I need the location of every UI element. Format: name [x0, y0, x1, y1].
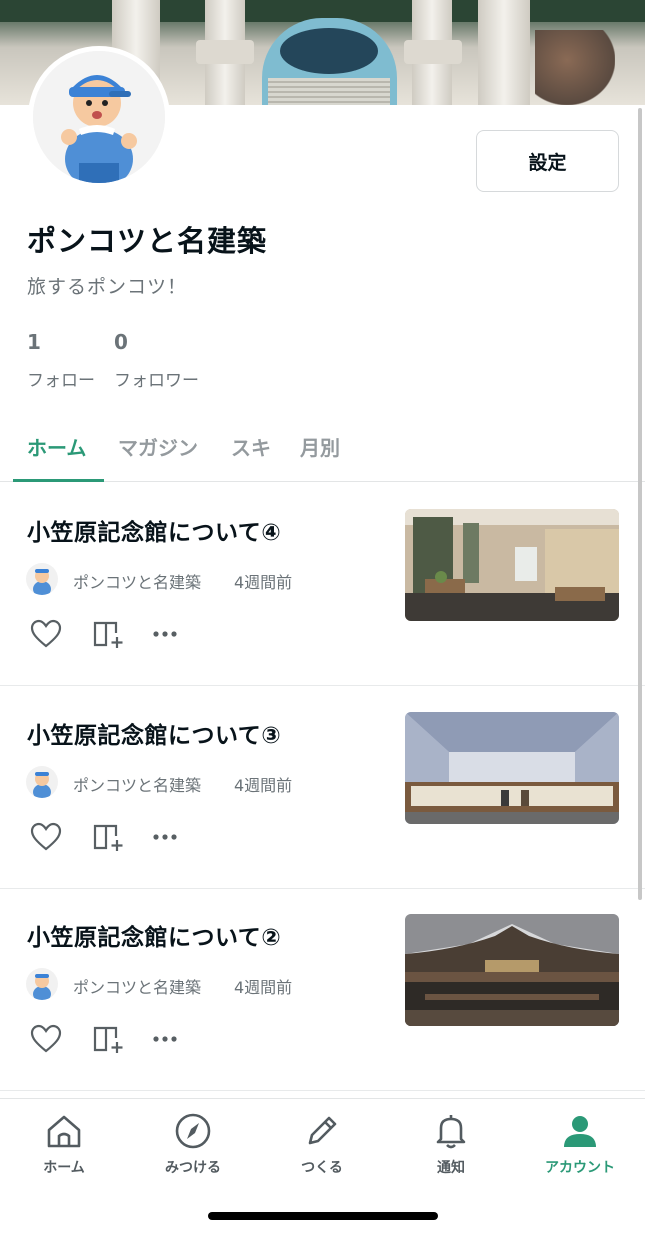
profile-tabs: ホーム マガジン スキ 月別	[0, 418, 645, 482]
more-options-icon[interactable]	[150, 1024, 182, 1054]
article-title[interactable]: 小笠原記念館について③	[27, 716, 281, 750]
author-avatar	[26, 766, 58, 798]
nav-create-label: つくる	[301, 1160, 343, 1176]
article-thumbnail[interactable]	[405, 712, 619, 824]
like-heart-icon[interactable]	[30, 1024, 62, 1054]
like-heart-icon[interactable]	[30, 822, 62, 852]
article-thumbnail[interactable]	[405, 509, 619, 621]
tab-likes[interactable]: スキ	[231, 432, 271, 461]
nav-account[interactable]: アカウント	[525, 1111, 635, 1177]
settings-button[interactable]: 設定	[476, 130, 619, 192]
article-time: 4週間前	[234, 978, 293, 997]
nav-account-label: アカウント	[545, 1160, 615, 1176]
article-title[interactable]: 小笠原記念館について④	[27, 513, 281, 547]
banner-column-capital	[196, 40, 254, 64]
home-icon	[47, 1115, 81, 1148]
scrollbar[interactable]	[638, 108, 642, 900]
article-author[interactable]: ポンコツと名建築	[73, 974, 201, 998]
article-title[interactable]: 小笠原記念館について②	[27, 918, 281, 952]
author-avatar	[26, 968, 58, 1000]
banner-column-capital	[404, 40, 462, 64]
nav-home-label: ホーム	[43, 1160, 85, 1176]
nav-notifications[interactable]: 通知	[396, 1111, 506, 1177]
nav-notifications-label: 通知	[437, 1160, 465, 1176]
avatar-illustration	[33, 51, 165, 183]
person-icon	[564, 1116, 596, 1147]
profile-avatar[interactable]	[28, 46, 170, 188]
following-label: フォロー	[27, 371, 95, 391]
banner-statue	[535, 30, 615, 105]
article-thumbnail[interactable]	[405, 914, 619, 1026]
followers-label: フォロワー	[114, 371, 199, 391]
nav-create[interactable]: つくる	[267, 1111, 377, 1177]
like-heart-icon[interactable]	[30, 619, 62, 649]
following-count: 1	[27, 330, 41, 354]
compass-icon	[175, 1113, 211, 1149]
banner-steps	[268, 78, 390, 105]
pencil-icon	[308, 1116, 337, 1145]
profile-bio: 旅するポンコツ！	[27, 276, 188, 298]
more-options-icon[interactable]	[150, 822, 182, 852]
add-to-magazine-icon[interactable]	[92, 822, 124, 852]
active-tab-indicator	[13, 479, 104, 482]
add-to-magazine-icon[interactable]	[92, 1024, 124, 1054]
home-indicator[interactable]	[208, 1212, 438, 1220]
followers-count: 0	[114, 330, 128, 354]
add-to-magazine-icon[interactable]	[92, 619, 124, 649]
article-author[interactable]: ポンコツと名建築	[73, 772, 201, 796]
article-time: 4週間前	[234, 573, 293, 592]
profile-name: ポンコツと名建築	[27, 224, 268, 258]
banner-column	[478, 0, 530, 105]
nav-discover[interactable]: みつける	[138, 1111, 248, 1177]
more-options-icon[interactable]	[150, 619, 182, 649]
tab-monthly[interactable]: 月別	[300, 432, 340, 461]
tab-home[interactable]: ホーム	[27, 432, 86, 461]
article-card[interactable]: 小笠原記念館について④ ポンコツと名建築 4週間前	[0, 483, 645, 686]
article-card[interactable]: 小笠原記念館について③ ポンコツと名建築 4週間前	[0, 686, 645, 889]
nav-home[interactable]: ホーム	[9, 1111, 119, 1177]
followers-stat[interactable]: 0 フォロワー	[114, 330, 199, 391]
nav-discover-label: みつける	[165, 1160, 221, 1176]
bell-icon	[436, 1115, 466, 1149]
article-author[interactable]: ポンコツと名建築	[73, 569, 201, 593]
article-card[interactable]: 小笠原記念館について② ポンコツと名建築 4週間前	[0, 888, 645, 1091]
article-time: 4週間前	[234, 776, 293, 795]
banner-arch-painting	[280, 28, 378, 74]
following-stat[interactable]: 1 フォロー	[27, 330, 95, 391]
author-avatar	[26, 563, 58, 595]
tab-magazine[interactable]: マガジン	[118, 432, 198, 461]
